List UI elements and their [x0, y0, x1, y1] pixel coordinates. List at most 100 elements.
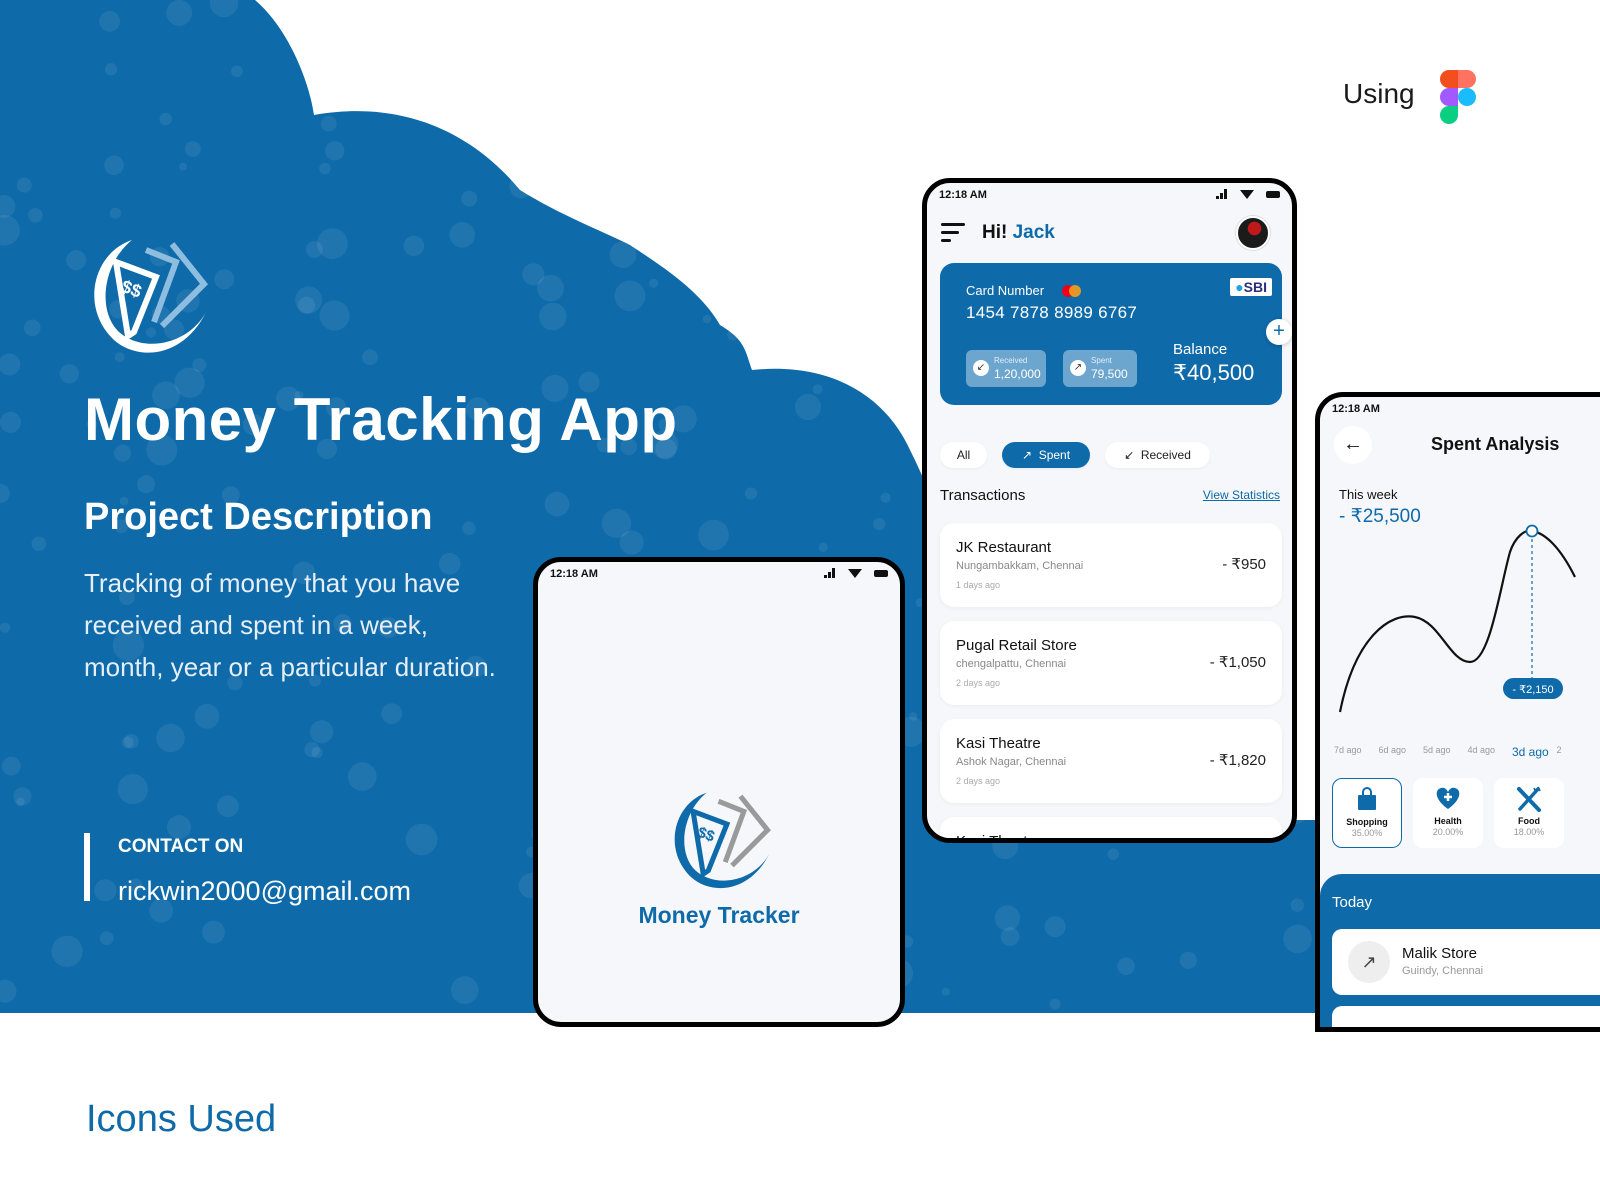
background-bubble	[1044, 916, 1066, 938]
transaction-time: 2 days ago	[956, 678, 1001, 688]
background-bubble	[619, 530, 644, 555]
background-bubble	[1005, 89, 1021, 105]
x-label-selected[interactable]: 3d ago	[1512, 745, 1557, 759]
status-bar: 12:18 AM	[550, 566, 888, 584]
background-bubble	[649, 278, 659, 288]
x-label[interactable]: 4d ago	[1468, 745, 1513, 759]
background-bubble	[403, 235, 425, 257]
add-card-button[interactable]: +	[1266, 319, 1292, 345]
received-chip: ↙ Received 1,20,000	[966, 350, 1046, 387]
background-bubble	[94, 879, 117, 902]
transaction-item[interactable]: Kasi Theatre Ashok Nagar, Chennai 2 days…	[940, 719, 1282, 803]
contact-email-link[interactable]: rickwin2000@gmail.com	[118, 876, 411, 907]
received-value: 1,20,000	[994, 367, 1041, 381]
sbi-icon: ●	[1235, 279, 1244, 295]
background-bubble	[449, 222, 476, 248]
arrow-down-left-icon: ↙	[973, 360, 989, 376]
background-bubble	[794, 393, 822, 421]
background-bubble	[966, 95, 985, 114]
background-bubble	[109, 207, 121, 219]
background-bubble	[824, 248, 844, 268]
filter-spent[interactable]: ↗ Spent	[1002, 442, 1090, 468]
view-statistics-link[interactable]: View Statistics	[1203, 488, 1280, 502]
background-bubble	[362, 349, 378, 366]
background-bubble	[319, 300, 350, 331]
background-bubble	[509, 174, 534, 199]
background-bubble	[702, 314, 712, 324]
x-label[interactable]: 7d ago	[1334, 745, 1379, 759]
transaction-location: Nungambakkam, Chennai	[956, 560, 1084, 572]
analysis-screen-phone: 12:18 AM ← Spent Analysis This week - ₹2…	[1315, 392, 1600, 1032]
back-arrow-icon[interactable]: ←	[1334, 426, 1372, 464]
x-label[interactable]: 2	[1557, 745, 1600, 759]
background-bubble	[539, 302, 567, 331]
background-bubble	[1214, 106, 1240, 132]
card-number: 1454 7878 8989 6767	[966, 303, 1138, 322]
background-bubble	[304, 741, 320, 758]
hamburger-menu-icon[interactable]	[941, 223, 967, 243]
background-bubble	[647, 221, 671, 245]
transaction-name: Pugal Retail Store	[956, 637, 1077, 654]
arrow-down-left-icon: ↙	[1124, 448, 1135, 462]
spent-value: 79,500	[1091, 367, 1128, 381]
avatar[interactable]	[1236, 216, 1270, 250]
background-bubble	[1107, 848, 1119, 860]
transaction-item[interactable]: Kasi Theatre	[940, 817, 1282, 838]
background-bubble	[99, 931, 114, 946]
background-bubble	[450, 976, 479, 1004]
today-transaction-item[interactable]: ↗ Malik Store Guindy, Chennai	[1332, 929, 1600, 995]
transaction-name: Kasi Theatre	[956, 735, 1041, 752]
filter-received[interactable]: ↙ Received	[1105, 442, 1210, 468]
background-bubble	[880, 492, 891, 503]
category-food[interactable]: Food 18.00%	[1494, 778, 1564, 848]
transaction-item[interactable]: JK Restaurant Nungambakkam, Chennai 1 da…	[940, 523, 1282, 607]
today-transaction-item[interactable]	[1332, 1006, 1600, 1027]
category-health[interactable]: Health 20.00%	[1413, 778, 1483, 848]
background-bubble	[298, 296, 316, 314]
background-bubble	[16, 177, 32, 193]
background-bubble	[752, 207, 774, 230]
transaction-item[interactable]: Pugal Retail Store chengalpattu, Chennai…	[940, 621, 1282, 705]
x-label[interactable]: 5d ago	[1423, 745, 1468, 759]
background-bubble	[461, 190, 478, 207]
category-shopping[interactable]: Shopping 35.00%	[1332, 778, 1402, 848]
background-bubble	[812, 384, 823, 395]
tooltip-value: - ₹2,150	[1512, 684, 1553, 696]
background-bubble	[443, 93, 468, 119]
x-label[interactable]: 6d ago	[1379, 745, 1424, 759]
transaction-location: Guindy, Chennai	[1402, 965, 1484, 977]
background-bubble	[544, 491, 570, 517]
status-time: 12:18 AM	[550, 568, 598, 580]
wifi-icon	[1240, 189, 1254, 199]
background-bubble	[757, 289, 770, 302]
background-bubble	[912, 121, 941, 150]
background-bubble	[609, 241, 637, 268]
background-bubble	[28, 208, 43, 223]
battery-icon	[874, 569, 888, 577]
fork-knife-icon	[1494, 786, 1564, 816]
selection-point	[1525, 524, 1539, 538]
background-bubble	[24, 319, 41, 337]
description-text: Tracking of money that you have received…	[84, 568, 496, 682]
transaction-location: Ashok Nagar, Chennai	[956, 756, 1067, 768]
filter-all[interactable]: All	[940, 442, 987, 468]
figma-icon	[1440, 70, 1476, 124]
background-bubble	[231, 65, 243, 78]
background-bubble	[641, 61, 653, 73]
background-bubble	[615, 113, 643, 141]
greeting-text: Hi!	[982, 222, 1008, 243]
bank-card[interactable]: Card Number 1454 7878 8989 6767 ●SBI + ↙…	[940, 263, 1292, 405]
background-bubble	[894, 278, 907, 291]
background-bubble	[319, 162, 331, 175]
greeting: Hi! Jack	[982, 222, 1055, 244]
home-screen-phone: 12:18 AM Hi! Jack Card Number 1454 7878 …	[922, 178, 1297, 843]
heart-plus-icon	[1413, 786, 1483, 816]
money-tracker-logo-icon: $$	[94, 240, 209, 353]
background-bubble	[31, 536, 47, 552]
transactions-heading: Transactions	[940, 487, 1026, 504]
battery-icon	[1266, 190, 1280, 198]
background-bubble	[104, 155, 124, 176]
background-bubble	[137, 475, 156, 494]
background-bubble	[871, 67, 891, 88]
card-number-label: Card Number	[966, 283, 1045, 298]
